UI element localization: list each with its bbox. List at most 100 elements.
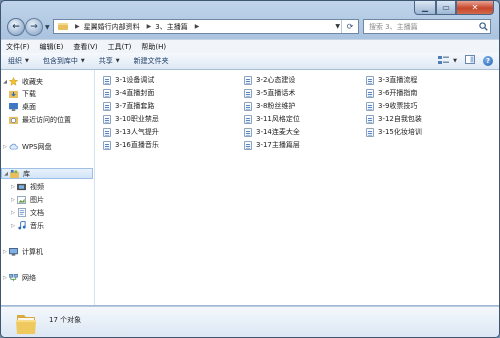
- picture-icon: [17, 195, 26, 204]
- recent-places-icon: [9, 116, 18, 124]
- nav-music[interactable]: ▷ 音乐: [1, 220, 101, 231]
- file-item[interactable]: 3-3直播流程: [366, 75, 417, 85]
- nav-downloads[interactable]: 下载: [1, 88, 101, 99]
- nav-label: 视频: [30, 182, 44, 191]
- expand-icon[interactable]: ▷: [9, 197, 17, 203]
- file-name: 3-8粉丝维护: [256, 102, 296, 110]
- include-in-library-button[interactable]: 包含到库中 ▼: [36, 56, 92, 66]
- address-bar[interactable]: ▶ 星翼婚行内部资料 ▶ 3、主播篇 ▶ ▼ ⟳: [53, 19, 359, 34]
- file-item[interactable]: 3-10职业禁忌: [103, 114, 159, 124]
- organize-label: 组织: [8, 57, 22, 65]
- file-item[interactable]: 3-2心态建设: [244, 75, 295, 85]
- nav-desktop[interactable]: 桌面: [1, 101, 101, 112]
- preview-pane-icon[interactable]: [465, 55, 475, 66]
- expand-icon[interactable]: ▷: [9, 184, 17, 190]
- nav-label: 计算机: [22, 247, 43, 256]
- search-box[interactable]: 搜索 3、主播篇: [363, 19, 491, 34]
- document-icon: [103, 75, 111, 85]
- nav-label: 图片: [30, 195, 44, 204]
- nav-label: 网络: [22, 273, 36, 282]
- maximize-button[interactable]: ▭: [436, 1, 456, 15]
- menu-bar: 文件(F) 编辑(E) 查看(V) 工具(T) 帮助(H): [1, 39, 499, 53]
- share-button[interactable]: 共享 ▼: [92, 56, 127, 66]
- expand-icon[interactable]: ▷: [1, 249, 9, 255]
- file-item[interactable]: 3-7直播套路: [103, 101, 154, 111]
- file-item[interactable]: 3-12自我包装: [366, 114, 422, 124]
- recent-pages-dropdown-icon[interactable]: ▼: [45, 24, 50, 31]
- breadcrumb-segment[interactable]: 3、主播篇: [155, 20, 190, 33]
- nav-computer[interactable]: ▷ 计算机: [1, 246, 93, 257]
- nav-label: 文档: [30, 208, 44, 217]
- expand-icon[interactable]: ▷: [1, 275, 9, 281]
- document-icon: [103, 101, 111, 111]
- file-item[interactable]: 3-14连麦大全: [244, 127, 300, 137]
- file-item[interactable]: 3-11风格定位: [244, 114, 300, 124]
- file-item[interactable]: 3-16直播音乐: [103, 140, 159, 150]
- file-item[interactable]: 3-1设备调试: [103, 75, 154, 85]
- file-name: 3-4直播封面: [115, 89, 155, 97]
- toolbar-right: ▼ ?: [438, 55, 493, 66]
- nav-network[interactable]: ▷ 网络: [1, 272, 93, 283]
- menu-view[interactable]: 查看(V): [68, 42, 102, 52]
- expand-icon[interactable]: ▷: [1, 144, 9, 150]
- document-icon: [103, 88, 111, 98]
- chevron-down-icon: ▼: [115, 58, 120, 64]
- library-icon: [10, 169, 19, 178]
- breadcrumb-segment[interactable]: 星翼婚行内部资料: [84, 20, 143, 33]
- close-button[interactable]: ✕: [456, 1, 494, 15]
- document-icon: [103, 140, 111, 150]
- file-item[interactable]: 3-5直播话术: [244, 88, 295, 98]
- nav-libraries[interactable]: ◢ 库: [1, 168, 93, 179]
- change-view-button[interactable]: ▼: [438, 56, 457, 65]
- document-icon: [366, 127, 374, 137]
- nav-recent-places[interactable]: 最近访问的位置: [1, 114, 101, 125]
- computer-icon: [9, 247, 18, 256]
- forward-button[interactable]: →: [25, 18, 43, 36]
- file-name: 3-14连麦大全: [256, 128, 300, 136]
- nav-videos[interactable]: ▷ 视频: [1, 181, 101, 192]
- file-item[interactable]: 3-15化妆培训: [366, 127, 422, 137]
- nav-pictures[interactable]: ▷ 图片: [1, 194, 101, 205]
- expand-icon[interactable]: ▷: [9, 223, 17, 229]
- chevron-right-icon[interactable]: ▶: [147, 23, 152, 30]
- expand-icon[interactable]: ▷: [9, 210, 17, 216]
- nav-favorites[interactable]: ◢ 收藏夹: [1, 76, 93, 87]
- view-icon: [438, 56, 450, 64]
- address-dropdown-icon[interactable]: ▼: [335, 23, 340, 30]
- back-button[interactable]: ←: [7, 18, 25, 36]
- document-icon: [366, 101, 374, 111]
- file-item[interactable]: 3-9收票技巧: [366, 101, 417, 111]
- file-name: 3-5直播话术: [256, 89, 296, 97]
- collapse-icon[interactable]: ◢: [2, 171, 10, 177]
- file-list: 3-1设备调试 3-2心态建设 3-3直播流程 3-4直播封面 3-5直播话术 …: [95, 70, 499, 305]
- file-item[interactable]: 3-17主播篇层: [244, 140, 300, 150]
- file-name: 3-3直播流程: [378, 76, 418, 84]
- menu-help[interactable]: 帮助(H): [136, 42, 171, 52]
- minimize-button[interactable]: ▁: [414, 1, 436, 15]
- search-input[interactable]: 搜索 3、主播篇: [364, 22, 476, 32]
- refresh-icon[interactable]: ⟳: [341, 20, 358, 33]
- file-item[interactable]: 3-8粉丝维护: [244, 101, 295, 111]
- nav-label: 桌面: [22, 102, 36, 111]
- nav-label: 收藏夹: [22, 77, 43, 86]
- nav-label: 音乐: [30, 221, 44, 230]
- search-icon[interactable]: [476, 22, 490, 31]
- chevron-right-icon[interactable]: ▶: [195, 23, 200, 30]
- item-count: 17 个对象: [49, 316, 82, 324]
- organize-button[interactable]: 组织 ▼: [1, 56, 36, 66]
- menu-tools[interactable]: 工具(T): [103, 42, 137, 52]
- file-item[interactable]: 3-4直播封面: [103, 88, 154, 98]
- file-item[interactable]: 3-13人气提升: [103, 127, 159, 137]
- collapse-icon[interactable]: ◢: [1, 79, 9, 85]
- chevron-right-icon[interactable]: ▶: [75, 23, 80, 30]
- new-folder-button[interactable]: 新建文件夹: [127, 56, 176, 66]
- nav-wps-drive[interactable]: ▷ WPS网盘: [1, 141, 93, 152]
- video-icon: [17, 183, 26, 191]
- nav-documents[interactable]: ▷ 文档: [1, 207, 101, 218]
- file-item[interactable]: 3-6开播指南: [366, 88, 417, 98]
- menu-file[interactable]: 文件(F): [1, 42, 35, 52]
- document-icon: [103, 114, 111, 124]
- help-icon[interactable]: ?: [483, 55, 493, 66]
- menu-edit[interactable]: 编辑(E): [35, 42, 69, 52]
- document-icon: [244, 101, 252, 111]
